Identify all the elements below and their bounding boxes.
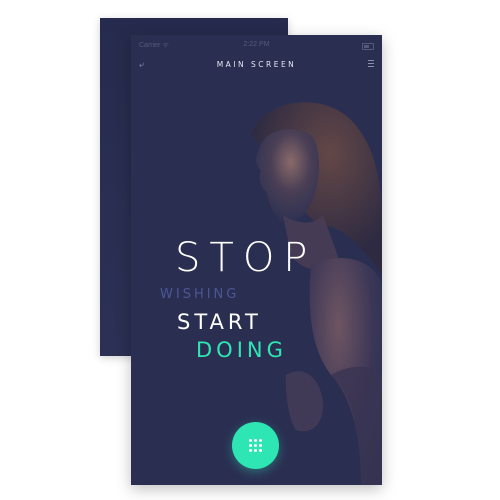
headline-stop: STOP (175, 235, 317, 281)
phone-screen: Carrier ᯤ 2:22 PM ⤶ MAIN SCREEN STOP WIS… (131, 35, 382, 485)
headline-wishing: WISHING (160, 287, 240, 302)
hamburger-menu-icon[interactable] (368, 60, 374, 67)
battery-icon (362, 43, 374, 50)
mockup-stage: Carrier ᯤ 2:22 PM ⤶ MAIN SCREEN STOP WIS… (0, 0, 500, 500)
nav-bar: ⤶ MAIN SCREEN (131, 55, 382, 75)
headline-doing: DOING (196, 338, 287, 362)
page-title: MAIN SCREEN (216, 60, 297, 69)
status-time: 2:22 PM (243, 41, 270, 48)
grid-dots-icon (249, 439, 262, 452)
headline-start: START (177, 310, 262, 334)
status-bar: Carrier ᯤ 2:22 PM (131, 35, 382, 55)
menu-fab-button[interactable] (232, 422, 279, 469)
